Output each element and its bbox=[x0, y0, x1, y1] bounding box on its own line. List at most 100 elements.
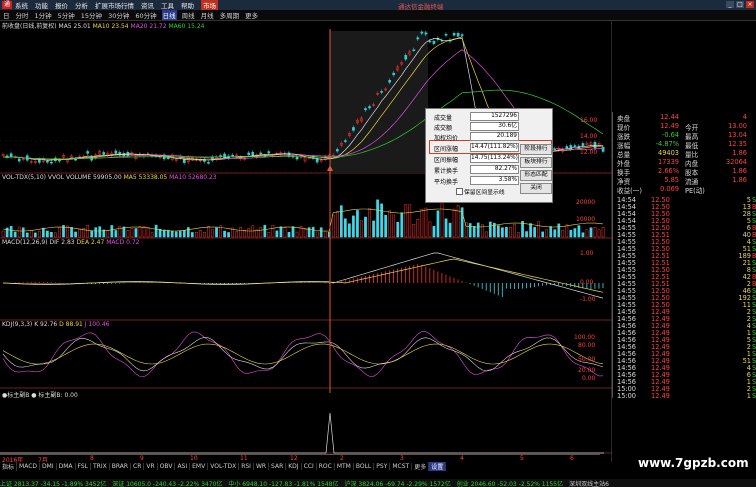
volume-bar bbox=[1, 230, 5, 238]
menu-item-market[interactable]: 市场 bbox=[201, 0, 218, 10]
volume-bar bbox=[279, 226, 283, 238]
close-dialog-button[interactable]: 关闭 bbox=[520, 183, 552, 194]
period-day-tab[interactable]: 日 bbox=[2, 10, 11, 20]
pattern-match-button[interactable]: 形态匹配 bbox=[520, 170, 552, 181]
indicator-tab[interactable]: DMA bbox=[57, 462, 76, 470]
indicator-tab[interactable]: DMI bbox=[40, 462, 57, 470]
range-selection-box[interactable] bbox=[330, 31, 428, 173]
volume-bar bbox=[513, 223, 516, 238]
menu-item-news[interactable]: 资讯 bbox=[141, 0, 154, 10]
indicator-tab[interactable]: EMV bbox=[190, 462, 209, 470]
indicator-tab[interactable]: KDJ bbox=[286, 462, 302, 470]
quote-row: 涨幅 -4.87% 最低 12.35 bbox=[617, 140, 755, 150]
volume-bar bbox=[283, 227, 287, 238]
period-5min-tab[interactable]: 5分钟 bbox=[57, 10, 76, 20]
volume-bar bbox=[408, 204, 412, 238]
period-daily-tab[interactable]: 日线 bbox=[161, 10, 177, 20]
indicator-tab[interactable]: MACD bbox=[17, 462, 41, 470]
menu-item-analysis[interactable]: 分析 bbox=[75, 0, 88, 10]
status-index-item[interactable]: 沪深 3824.06 -69.74 -2.29% 1572亿 bbox=[345, 479, 451, 487]
period-60min-tab[interactable]: 60分钟 bbox=[134, 10, 157, 20]
volume-bar bbox=[114, 230, 118, 238]
volume-bar bbox=[525, 231, 528, 238]
candle-body bbox=[573, 145, 577, 147]
axis-label: -1.00 bbox=[580, 296, 596, 303]
period-intraday-tab[interactable]: 分时 bbox=[15, 10, 30, 20]
indicator-tab[interactable]: OBV bbox=[158, 462, 176, 470]
status-index-item[interactable]: 深证 10605.0 -240.43 -2.22% 3470亿 bbox=[112, 479, 222, 487]
candle-body bbox=[392, 72, 396, 76]
indicator-tab[interactable]: ROC bbox=[317, 462, 335, 470]
status-index-item[interactable]: 深圳双线主站6 bbox=[569, 479, 609, 487]
status-index-item[interactable]: 创业 2046.60 -52.03 -2.52% 1155亿 bbox=[457, 479, 563, 487]
period-15min-tab[interactable]: 15分钟 bbox=[80, 10, 103, 20]
time-label: 5 bbox=[520, 455, 524, 462]
menu-item-function[interactable]: 功能 bbox=[35, 0, 48, 10]
period-weekly-tab[interactable]: 周线 bbox=[181, 10, 196, 20]
indicator-tab[interactable]: MTM bbox=[335, 462, 354, 470]
period-monthly-tab[interactable]: 月线 bbox=[200, 10, 215, 20]
quote-label: 卖盘 bbox=[617, 115, 631, 123]
indicator-tab[interactable]: ASI bbox=[175, 462, 191, 470]
indicator-tab[interactable]: RSI bbox=[239, 462, 254, 470]
menu-item-tools[interactable]: 工具 bbox=[161, 0, 174, 10]
quote-label: 股本 bbox=[685, 169, 699, 177]
menu-item-help[interactable]: 帮助 bbox=[181, 0, 194, 10]
main-panel-label: 前收盘(日线,前复权) MA5 25.01 MA10 23.54 MA20 21… bbox=[2, 23, 205, 30]
period-multi-tab[interactable]: 多周期 bbox=[219, 10, 241, 20]
volume-bar bbox=[46, 230, 49, 238]
volume-bar bbox=[215, 227, 218, 238]
volume-bar bbox=[549, 226, 553, 238]
indicator-tab[interactable]: FSL bbox=[76, 462, 91, 470]
quote-panel: 卖盘 12.44 4 现价 12.49 今开 13.00 涨跌 -0.64 最高 13.04 涨幅 -4… bbox=[612, 112, 756, 400]
keep-range-checkbox[interactable] bbox=[456, 188, 463, 195]
indicator-tab[interactable]: VOL-TDX bbox=[208, 462, 240, 470]
indicator-tab[interactable]: TRIX bbox=[91, 462, 110, 470]
tick-side: S bbox=[752, 392, 756, 400]
menu-item-quote[interactable]: 报价 bbox=[55, 0, 68, 10]
maximize-icon[interactable]: □ bbox=[736, 1, 744, 8]
status-index-item[interactable]: 中小 6948.10 -127.83 -1.81% 1548亿 bbox=[228, 479, 338, 487]
time-axis: 2016年 7月 8 9 10 11 12 2 3 4 5 6 bbox=[0, 454, 600, 464]
close-icon[interactable]: × bbox=[746, 1, 754, 8]
period-1min-tab[interactable]: 1分钟 bbox=[34, 10, 53, 20]
volume-bar bbox=[58, 227, 61, 238]
range-stats-dialog[interactable]: 成交量 1527296 成交额 30.6亿 加权均价 20.189 区间涨幅 1… bbox=[425, 108, 553, 203]
indicator-tab[interactable]: 设置 bbox=[429, 461, 447, 471]
kdj-k-line bbox=[2, 337, 604, 372]
indicator-tab[interactable]: VR bbox=[144, 462, 158, 470]
period-more-tab[interactable]: 更多 bbox=[244, 10, 259, 20]
candle-body bbox=[444, 33, 448, 36]
stat-value-cum-turnover: 82.27% bbox=[470, 165, 519, 174]
volume-bar bbox=[118, 226, 122, 238]
quote-label: 现价 bbox=[617, 124, 631, 132]
indicator-tab[interactable]: PSY bbox=[374, 462, 391, 470]
indicator-tab[interactable]: WR bbox=[254, 462, 270, 470]
indicator-tab[interactable]: BOLL bbox=[354, 462, 375, 470]
sector-ranking-button[interactable]: 板块排行 bbox=[520, 157, 552, 168]
indicator-tab[interactable]: MCST bbox=[390, 462, 413, 470]
volume-bar bbox=[207, 226, 210, 238]
axis-label: 80.00 bbox=[578, 342, 596, 349]
indicator-tab[interactable]: CR bbox=[131, 462, 145, 470]
volume-bar bbox=[33, 232, 37, 238]
minimize-icon[interactable]: _ bbox=[726, 1, 734, 8]
candle-body bbox=[368, 106, 371, 109]
quote-row: 总量 49403 量比 1.86 bbox=[617, 149, 755, 159]
stage-ranking-button[interactable]: 阶段排行 bbox=[520, 144, 552, 155]
volume-bar bbox=[440, 202, 444, 238]
volume-bar bbox=[13, 231, 17, 238]
period-30min-tab[interactable]: 30分钟 bbox=[107, 10, 130, 20]
volume-bar bbox=[501, 227, 504, 238]
status-index-item[interactable]: 上证 2813.37 -34.15 -1.89% 3452亿 bbox=[0, 479, 106, 487]
indicator-tab[interactable]: CCI bbox=[302, 462, 317, 470]
volume-bar bbox=[352, 215, 355, 238]
indicator-tab[interactable]: 指标 bbox=[0, 461, 18, 471]
indicator-tab[interactable]: SAR bbox=[269, 462, 287, 470]
volume-bar bbox=[178, 230, 182, 238]
indicator-tab[interactable]: 更多 bbox=[412, 461, 430, 471]
menu-item-extended-market[interactable]: 扩展市场行情 bbox=[95, 0, 134, 10]
menu-item-system[interactable]: 系统 bbox=[15, 0, 28, 10]
indicator-tab[interactable]: BRAR bbox=[110, 462, 132, 470]
volume-bar bbox=[295, 231, 299, 238]
